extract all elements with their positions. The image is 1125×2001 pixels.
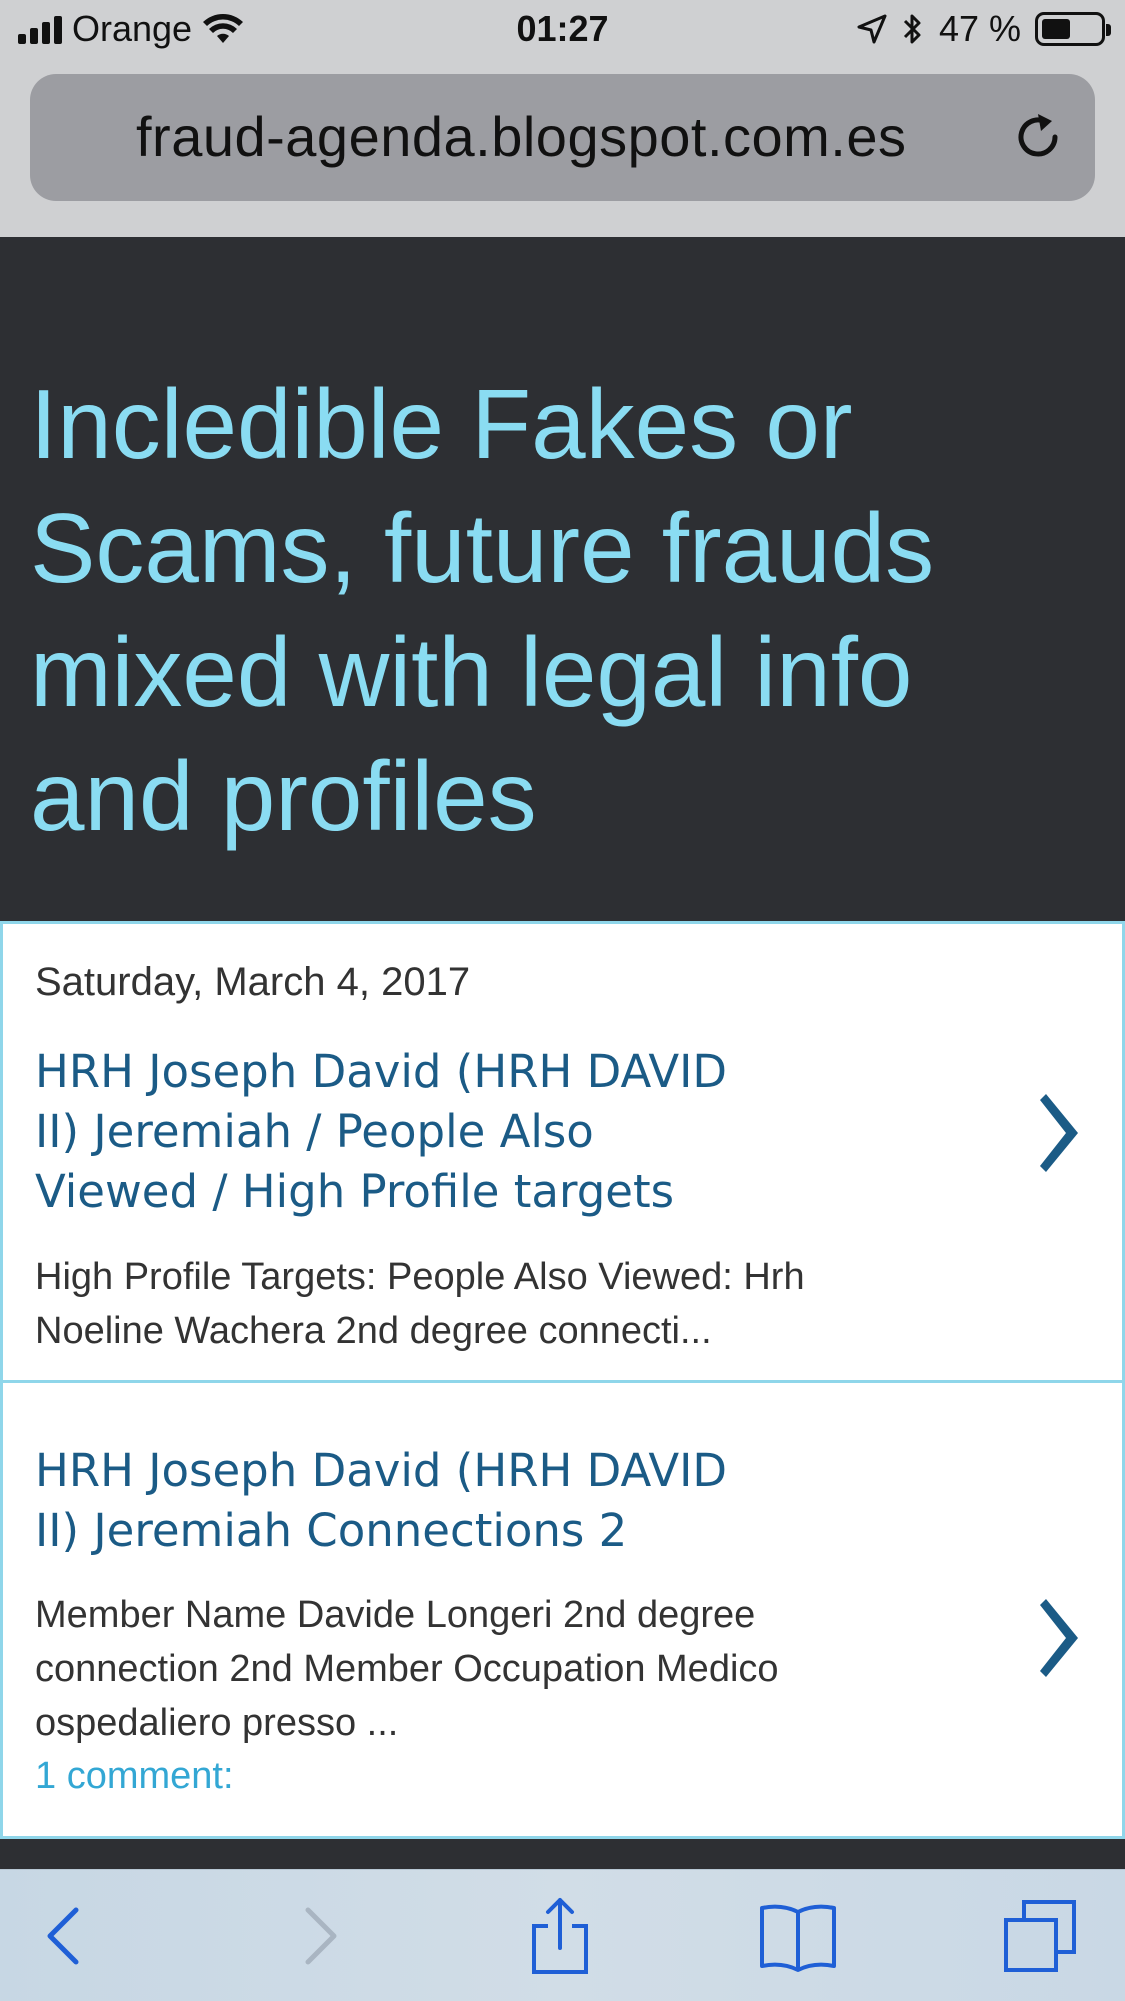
battery-icon	[1035, 12, 1111, 46]
post-date: Saturday, March 4, 2017	[35, 960, 471, 1004]
post-title-line[interactable]: HRH Joseph David (HRH DAVID	[35, 1441, 795, 1501]
post-snippet: High Profile Targets: People Also Viewed…	[35, 1250, 955, 1358]
status-bar: Orange 01:27 47 %	[0, 0, 1125, 62]
post-snippet: Member Name Davide Longeri 2nd degree co…	[35, 1588, 955, 1750]
tabs-icon[interactable]	[1000, 1896, 1080, 1976]
bluetooth-icon	[903, 14, 921, 44]
url-text[interactable]: fraud-agenda.blogspot.com.es	[136, 104, 907, 169]
post-title-line[interactable]: II) Jeremiah / People Also	[35, 1102, 795, 1162]
chevron-right-icon[interactable]	[1038, 1593, 1088, 1683]
snippet-line: Noeline Wachera 2nd degree connecti...	[35, 1310, 712, 1352]
post-title-line[interactable]: HRH Joseph David (HRH DAVID	[35, 1042, 795, 1102]
post-title[interactable]: HRH Joseph David (HRH DAVID II) Jeremiah…	[35, 1042, 795, 1222]
share-icon[interactable]	[520, 1896, 600, 1976]
post-list: Saturday, March 4, 2017 HRH Joseph David…	[0, 921, 1125, 1839]
snippet-line: connection 2nd Member Occupation Medico	[35, 1648, 779, 1690]
location-arrow-icon	[857, 14, 887, 44]
post-item[interactable]: HRH Joseph David (HRH DAVID II) Jeremiah…	[0, 1383, 1125, 1839]
post-title-line[interactable]: Viewed / High Profile targets	[35, 1162, 795, 1222]
blog-header: Incledible Fakes or Scams, future frauds…	[0, 237, 1125, 921]
bookmarks-icon[interactable]	[758, 1896, 838, 1976]
forward-icon	[305, 1907, 337, 1965]
browser-toolbar	[0, 1869, 1125, 2001]
comment-count-link[interactable]: 1 comment:	[35, 1755, 234, 1798]
chevron-right-icon[interactable]	[1038, 1088, 1088, 1178]
address-bar[interactable]: fraud-agenda.blogspot.com.es	[30, 74, 1095, 201]
blog-title[interactable]: Incledible Fakes or Scams, future frauds…	[30, 362, 1090, 858]
post-title[interactable]: HRH Joseph David (HRH DAVID II) Jeremiah…	[35, 1441, 795, 1561]
snippet-line: Member Name Davide Longeri 2nd degree	[35, 1594, 756, 1636]
status-right: 47 %	[857, 8, 1111, 50]
snippet-line: High Profile Targets: People Also Viewed…	[35, 1256, 805, 1298]
post-item[interactable]: Saturday, March 4, 2017 HRH Joseph David…	[0, 921, 1125, 1383]
reload-icon[interactable]	[1011, 110, 1065, 164]
snippet-line: ospedaliero presso ...	[35, 1702, 399, 1744]
back-icon[interactable]	[26, 1896, 106, 1976]
post-title-line[interactable]: II) Jeremiah Connections 2	[35, 1501, 795, 1561]
address-area: fraud-agenda.blogspot.com.es	[0, 62, 1125, 237]
battery-percent: 47 %	[938, 8, 1021, 49]
